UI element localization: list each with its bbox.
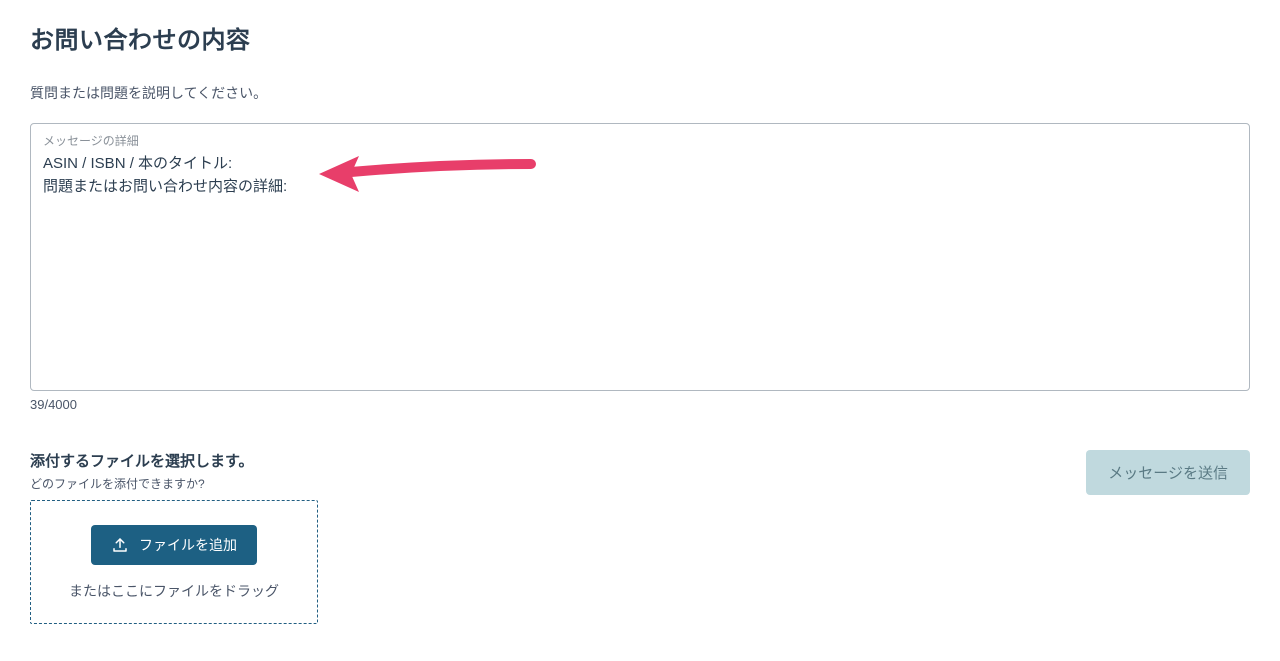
attachment-hint-link[interactable]: どのファイルを添付できますか?: [30, 475, 318, 492]
instruction-text: 質問または問題を説明してください。: [30, 83, 1250, 103]
add-file-button[interactable]: ファイルを追加: [91, 525, 257, 565]
attachment-section: 添付するファイルを選択します。 どのファイルを添付できますか? ファイルを追加 …: [30, 450, 318, 624]
message-label: メッセージの詳細: [43, 132, 1237, 149]
file-dropzone[interactable]: ファイルを追加 またはここにファイルをドラッグ: [30, 500, 318, 624]
add-file-label: ファイルを追加: [139, 535, 237, 555]
send-message-button[interactable]: メッセージを送信: [1086, 450, 1250, 495]
upload-icon: [111, 536, 129, 554]
message-textarea[interactable]: [43, 153, 1237, 373]
page-title: お問い合わせの内容: [30, 20, 1250, 55]
message-field-wrapper: メッセージの詳細: [30, 123, 1250, 391]
attachment-title: 添付するファイルを選択します。: [30, 450, 318, 471]
drag-instruction: またはここにファイルをドラッグ: [69, 581, 279, 601]
char-counter: 39/4000: [30, 397, 1250, 412]
